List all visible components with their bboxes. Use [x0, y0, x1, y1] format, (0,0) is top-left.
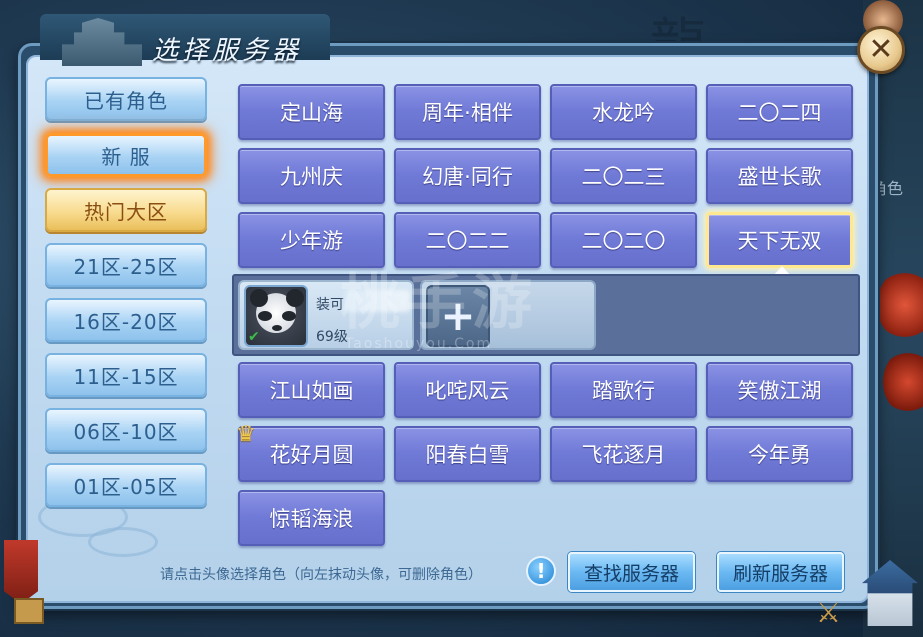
crossed-swords-icon: ⚔ — [816, 596, 842, 629]
server-name: 江山如画 — [269, 379, 354, 403]
tab-zone-21-25[interactable]: 21区-25区 — [45, 243, 207, 287]
server-name: 踏歌行 — [592, 379, 655, 403]
watermark: 桃手游 — [340, 268, 538, 338]
server-name: 惊韬海浪 — [269, 507, 354, 531]
server-button[interactable]: 踏歌行 — [550, 362, 697, 418]
tab-zone-11-15[interactable]: 11区-15区 — [45, 353, 207, 397]
server-button[interactable]: 周年·相伴 — [394, 84, 541, 140]
server-name: 叱咤风云 — [425, 379, 510, 403]
server-button[interactable]: 江山如画 — [238, 362, 385, 418]
tab-label: 21区-25区 — [73, 254, 179, 279]
server-name: 二〇二〇 — [581, 229, 666, 253]
crown-icon: ♛ — [236, 422, 256, 447]
server-name: 九州庆 — [280, 165, 343, 189]
tab-label: 已有角色 — [84, 88, 168, 113]
server-name: 二〇二二 — [425, 229, 510, 253]
server-name: 阳春白雪 — [425, 443, 510, 467]
server-button[interactable]: 盛世长歌 — [706, 148, 853, 204]
server-button[interactable]: 今年勇 — [706, 426, 853, 482]
server-button[interactable]: 定山海 — [238, 84, 385, 140]
server-name: 少年游 — [280, 229, 343, 253]
avatar-ear — [286, 289, 304, 307]
tab-zone-16-20[interactable]: 16区-20区 — [45, 298, 207, 342]
tab-label: 新 服 — [101, 144, 151, 169]
server-button[interactable]: 笑傲江湖 — [706, 362, 853, 418]
info-glyph: ! — [536, 559, 546, 583]
tab-zone-01-05[interactable]: 01区-05区 — [45, 463, 207, 507]
server-button[interactable]: ♛ 花好月圆 — [236, 422, 385, 482]
server-name: 笑傲江湖 — [737, 379, 822, 403]
crate-icon — [14, 598, 44, 624]
server-button[interactable]: 惊韬海浪 — [238, 490, 385, 546]
server-name: 天下无双 — [737, 229, 822, 253]
server-name: 水龙吟 — [592, 101, 655, 125]
find-server-button[interactable]: 查找服务器 — [568, 552, 695, 592]
server-name: 飞花逐月 — [581, 443, 666, 467]
check-icon: ✔ — [248, 329, 260, 345]
server-name: 二〇二三 — [581, 165, 666, 189]
server-button[interactable]: 飞花逐月 — [550, 426, 697, 482]
tab-existing-characters[interactable]: 已有角色 — [45, 77, 207, 121]
banner-flag-icon — [4, 540, 38, 604]
server-button[interactable]: 水龙吟 — [550, 84, 697, 140]
server-button[interactable]: 二〇二四 — [706, 84, 853, 140]
server-button[interactable]: 阳春白雪 — [394, 426, 541, 482]
tab-new-servers[interactable]: 新 服 — [45, 133, 207, 177]
close-button[interactable]: ✕ — [857, 26, 905, 74]
tab-hot-zones[interactable]: 热门大区 — [45, 188, 207, 232]
avatar-ear — [250, 289, 268, 307]
server-name: 盛世长歌 — [737, 165, 822, 189]
tab-label: 16区-20区 — [73, 309, 179, 334]
server-name: 今年勇 — [748, 443, 811, 467]
server-name: 定山海 — [280, 101, 343, 125]
server-button[interactable]: 幻唐·同行 — [394, 148, 541, 204]
castle-icon — [62, 18, 142, 66]
refresh-servers-button[interactable]: 刷新服务器 — [717, 552, 844, 592]
server-name: 花好月圆 — [269, 443, 354, 467]
tab-label: 01区-05区 — [73, 474, 179, 499]
hint-text: 请点击头像选择角色（向左抹动头像，可删除角色） — [160, 567, 482, 583]
watermark-url: Taoshouyou.Com — [345, 336, 493, 352]
tab-label: 11区-15区 — [73, 364, 179, 389]
server-name: 二〇二四 — [737, 101, 822, 125]
tab-label: 热门大区 — [84, 199, 168, 224]
tab-label: 06区-10区 — [73, 419, 179, 444]
avatar-eye — [282, 311, 296, 321]
server-button-selected[interactable]: 天下无双 — [706, 212, 853, 268]
server-button[interactable]: 二〇二〇 — [550, 212, 697, 268]
character-strip: ✔ 装可 69级 + — [232, 274, 860, 356]
panda-avatar[interactable]: ✔ — [244, 285, 308, 347]
server-button[interactable]: 二〇二三 — [550, 148, 697, 204]
button-label: 查找服务器 — [583, 562, 679, 585]
page-title: 选择服务器 — [152, 36, 303, 66]
server-name: 幻唐·同行 — [422, 165, 513, 189]
info-icon[interactable]: ! — [526, 556, 556, 586]
close-icon: ✕ — [868, 32, 894, 67]
cloud-ornament — [88, 527, 158, 557]
button-label: 刷新服务器 — [732, 562, 828, 585]
tab-zone-06-10[interactable]: 06区-10区 — [45, 408, 207, 452]
server-name: 周年·相伴 — [422, 101, 513, 125]
title-banner: 选择服务器 — [40, 14, 330, 66]
server-button[interactable]: 叱咤风云 — [394, 362, 541, 418]
avatar-nose — [272, 325, 282, 331]
server-button[interactable]: 九州庆 — [238, 148, 385, 204]
avatar-eye — [258, 311, 272, 321]
